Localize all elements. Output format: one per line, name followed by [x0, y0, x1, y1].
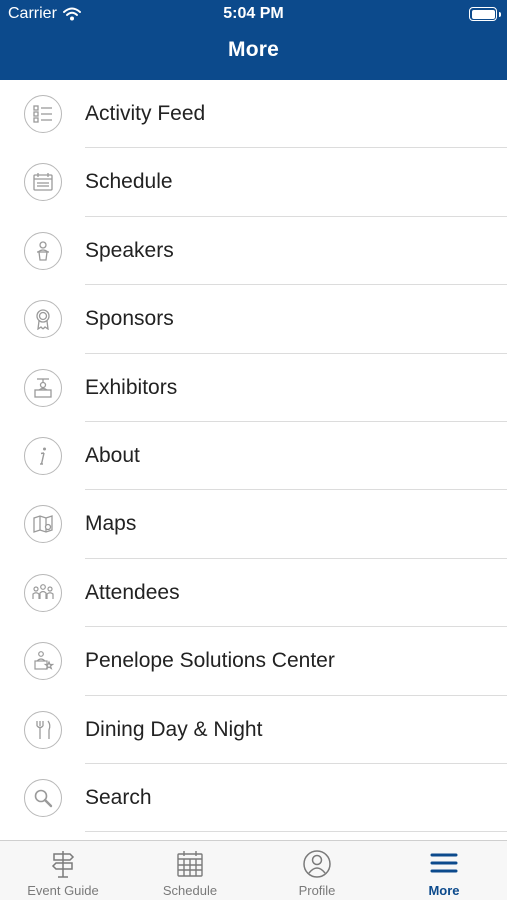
menu-item-label: Schedule [85, 170, 173, 194]
page-title: More [228, 38, 279, 61]
tab-more[interactable]: More [381, 841, 507, 900]
schedule-icon [24, 163, 62, 202]
menu-item-label: Speakers [85, 238, 174, 262]
menu-item-speakers[interactable]: Speakers [0, 217, 507, 286]
menu-item-sponsors[interactable]: Sponsors [0, 285, 507, 354]
menu-item-label: Search [85, 785, 152, 809]
tab-profile[interactable]: Profile [254, 841, 380, 900]
menu-item-label: About [85, 443, 140, 467]
menu-item-schedule[interactable]: Schedule [0, 148, 507, 217]
calendar-icon [177, 851, 203, 877]
tab-bar: Event Guide Schedule Profile More [0, 840, 507, 900]
tab-label: More [428, 883, 460, 898]
map-icon [24, 505, 62, 544]
tab-event-guide[interactable]: Event Guide [0, 841, 126, 900]
solutions-center-icon [24, 642, 62, 681]
speakers-icon [24, 231, 62, 270]
divider [85, 831, 507, 833]
menu-item-label: Activity Feed [85, 102, 206, 125]
menu-item-maps[interactable]: Maps [0, 490, 507, 559]
menu-item-about[interactable]: About [0, 422, 507, 491]
exhibitors-icon [24, 368, 62, 407]
attendees-icon [24, 573, 62, 612]
activity-feed-icon [24, 95, 62, 133]
navigation-header: Carrier 5:04 PM More [0, 0, 507, 80]
menu-item-label: Dining Day & Night [85, 717, 263, 741]
tab-label: Schedule [162, 883, 218, 898]
hamburger-icon [430, 853, 458, 873]
tab-label: Profile [298, 883, 336, 898]
tab-schedule[interactable]: Schedule [127, 841, 253, 900]
menu-item-exhibitors[interactable]: Exhibitors [0, 354, 507, 422]
menu-item-attendees[interactable]: Attendees [0, 559, 507, 628]
more-menu-list: Activity Feed Schedule Speakers Sponsors… [0, 80, 507, 833]
search-icon [24, 778, 62, 817]
menu-item-dining-day-night[interactable]: Dining Day & Night [0, 696, 507, 764]
sponsors-icon [24, 300, 62, 339]
dining-icon [24, 710, 62, 749]
status-bar: Carrier 5:04 PM [0, 0, 507, 28]
status-time: 5:04 PM [223, 5, 284, 22]
menu-item-label: Sponsors [85, 307, 174, 331]
tab-label: Event Guide [27, 883, 99, 898]
menu-item-label: Penelope Solutions Center [85, 649, 335, 673]
profile-icon [303, 850, 331, 878]
battery-icon [469, 7, 501, 21]
signpost-icon [51, 851, 75, 878]
menu-item-search[interactable]: Search [0, 764, 507, 833]
menu-item-label: Attendees [85, 580, 180, 604]
menu-item-label: Maps [85, 512, 137, 536]
menu-item-activity-feed[interactable]: Activity Feed [0, 80, 507, 149]
info-icon [24, 436, 62, 475]
menu-item-label: Exhibitors [85, 375, 178, 399]
menu-item-penelope-solutions-center[interactable]: Penelope Solutions Center [0, 627, 507, 696]
